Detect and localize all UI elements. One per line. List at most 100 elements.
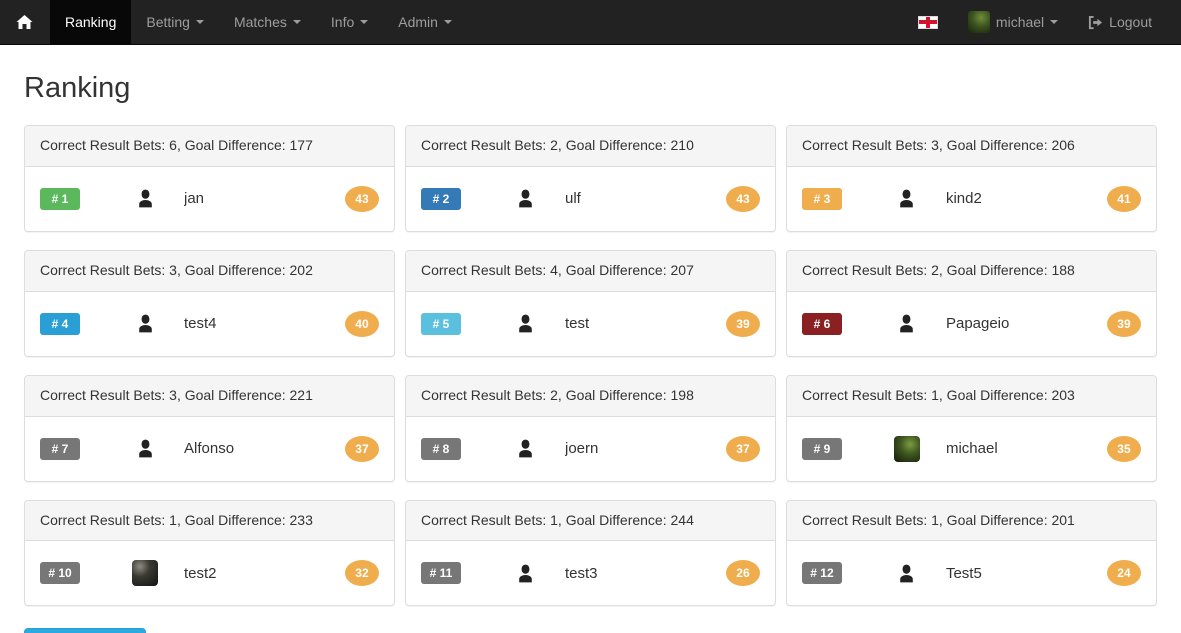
nav-item-admin[interactable]: Admin (383, 0, 467, 44)
rank-badge: # 8 (420, 437, 461, 460)
score-badge: 37 (344, 435, 379, 462)
logout-label: Logout (1109, 14, 1152, 30)
ranking-card: Correct Result Bets: 3, Goal Difference:… (781, 124, 1162, 232)
home-link[interactable] (0, 0, 50, 44)
nav-item-betting-label: Betting (146, 14, 190, 30)
ranking-card: Correct Result Bets: 1, Goal Difference:… (19, 499, 400, 607)
chevron-down-icon (195, 20, 204, 24)
ranking-panel: Correct Result Bets: 3, Goal Difference:… (785, 124, 1157, 232)
page-container: Ranking Correct Result Bets: 6, Goal Dif… (0, 72, 1181, 633)
nav-item-matches[interactable]: Matches (219, 0, 316, 44)
rank-badge: # 2 (420, 187, 461, 210)
score-badge: 43 (725, 185, 760, 212)
navbar-right-group: michael Logout (903, 0, 1181, 44)
rank-badge: # 9 (801, 437, 842, 460)
user-avatar-slot (892, 435, 922, 462)
ranking-panel: Correct Result Bets: 2, Goal Difference:… (785, 249, 1157, 357)
ranking-card: Correct Result Bets: 1, Goal Difference:… (781, 499, 1162, 607)
ranking-card-body: # 5 test 39 (406, 292, 775, 356)
user-avatar-slot (130, 439, 160, 458)
user-avatar-slot (892, 189, 922, 208)
ranking-card-summary: Correct Result Bets: 3, Goal Difference:… (786, 125, 1156, 167)
score-badge: 26 (725, 560, 760, 587)
logout-link[interactable]: Logout (1073, 0, 1167, 44)
person-icon (516, 564, 535, 583)
chevron-down-icon (1050, 20, 1059, 24)
ranking-card: Correct Result Bets: 3, Goal Difference:… (19, 249, 400, 357)
ranking-card: Correct Result Bets: 6, Goal Difference:… (19, 124, 400, 232)
ranking-card-summary: Correct Result Bets: 2, Goal Difference:… (786, 250, 1156, 292)
ranking-card-summary: Correct Result Bets: 1, Goal Difference:… (25, 500, 394, 542)
avatar (893, 435, 920, 462)
ranking-card-summary: Correct Result Bets: 2, Goal Difference:… (405, 125, 775, 167)
ranking-panel: Correct Result Bets: 1, Goal Difference:… (785, 374, 1157, 482)
ranking-card: Correct Result Bets: 1, Goal Difference:… (781, 374, 1162, 482)
ranking-card: Correct Result Bets: 1, Goal Difference:… (400, 499, 781, 607)
score-badge: 39 (1106, 310, 1141, 337)
rank-badge: # 11 (420, 562, 461, 585)
user-avatar-slot (130, 314, 160, 333)
nav-item-ranking[interactable]: Ranking (50, 0, 132, 44)
user-name: test4 (184, 315, 217, 333)
home-icon (16, 14, 33, 30)
ranking-card-body: # 4 test4 40 (25, 292, 394, 356)
person-icon (136, 189, 155, 208)
rank-badge: # 4 (40, 312, 80, 335)
score-badge: 24 (1106, 560, 1141, 587)
user-avatar-slot (511, 564, 541, 583)
ranking-card-body: # 8 joern 37 (406, 417, 775, 481)
ranking-panel: Correct Result Bets: 4, Goal Difference:… (404, 249, 776, 357)
score-badge: 41 (1106, 185, 1141, 212)
ranking-card-body: # 1 jan 43 (25, 167, 394, 231)
chevron-down-icon (292, 20, 301, 24)
rank-badge: # 7 (40, 437, 80, 460)
user-menu[interactable]: michael (953, 0, 1073, 44)
user-name: test (564, 315, 590, 333)
user-name: test2 (184, 564, 217, 582)
england-flag-icon (917, 15, 938, 29)
user-name: joern (564, 440, 599, 458)
ranking-grid: Correct Result Bets: 6, Goal Difference:… (19, 124, 1162, 625)
ranking-panel: Correct Result Bets: 1, Goal Difference:… (404, 499, 776, 607)
ranking-card-summary: Correct Result Bets: 6, Goal Difference:… (25, 125, 394, 167)
person-icon (516, 439, 535, 458)
ranking-card: Correct Result Bets: 2, Goal Difference:… (781, 249, 1162, 357)
logout-icon (1088, 15, 1103, 30)
page-title: Ranking (24, 72, 131, 104)
ranking-card: Correct Result Bets: 2, Goal Difference:… (400, 374, 781, 482)
chevron-down-icon (360, 20, 369, 24)
rank-badge: # 3 (801, 187, 842, 210)
ranking-card-body: # 6 Papageio 39 (787, 292, 1156, 356)
ranking-card-summary: Correct Result Bets: 4, Goal Difference:… (405, 250, 775, 292)
main-navbar: Ranking Betting Matches Info Admin micha… (0, 0, 1181, 45)
ranking-panel: Correct Result Bets: 3, Goal Difference:… (24, 249, 395, 357)
ranking-card: Correct Result Bets: 4, Goal Difference:… (400, 249, 781, 357)
nav-item-betting[interactable]: Betting (131, 0, 219, 44)
score-badge: 43 (344, 185, 379, 212)
score-badge: 40 (344, 310, 379, 337)
user-name: kind2 (945, 190, 982, 208)
user-avatar-slot (130, 189, 160, 208)
avatar (132, 560, 158, 587)
user-name: test3 (564, 564, 598, 582)
user-name: ulf (564, 190, 581, 208)
user-avatar-slot (892, 314, 922, 333)
user-name: Test5 (945, 564, 982, 582)
score-badge: 39 (725, 310, 760, 337)
ranking-card-summary: Correct Result Bets: 3, Goal Difference:… (25, 250, 394, 292)
nav-item-info[interactable]: Info (316, 0, 383, 44)
user-menu-label: michael (995, 14, 1045, 30)
ranking-panel: Correct Result Bets: 3, Goal Difference:… (24, 374, 395, 482)
toggle-details-button[interactable]: Toggle Details (24, 628, 146, 633)
ranking-card-body: # 2 ulf 43 (406, 167, 775, 231)
user-avatar-slot (130, 560, 160, 587)
ranking-card-summary: Correct Result Bets: 1, Goal Difference:… (786, 500, 1156, 542)
score-badge: 37 (725, 435, 760, 462)
person-icon (136, 439, 155, 458)
user-avatar-slot (892, 564, 922, 583)
ranking-panel: Correct Result Bets: 2, Goal Difference:… (404, 374, 776, 482)
ranking-card-summary: Correct Result Bets: 3, Goal Difference:… (25, 375, 394, 417)
rank-badge: # 10 (40, 562, 80, 585)
user-name: jan (184, 190, 205, 208)
language-switcher[interactable] (903, 0, 953, 44)
